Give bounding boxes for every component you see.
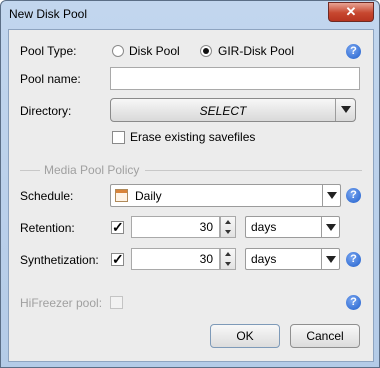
retention-spinner[interactable] — [220, 216, 236, 238]
dialog-window: New Disk Pool ✕ Pool Type: Disk Pool GIR… — [0, 0, 380, 368]
schedule-label: Schedule: — [20, 189, 74, 203]
pool-type-label: Pool Type: — [20, 44, 77, 58]
schedule-dropdown-arrow[interactable] — [322, 185, 340, 206]
spinner-down-icon[interactable] — [225, 262, 231, 266]
question-mark-glyph: ? — [350, 189, 357, 201]
retention-label: Retention: — [20, 221, 75, 235]
checkmark-icon: ✓ — [112, 251, 124, 267]
radio-disk-pool-label[interactable]: Disk Pool — [129, 44, 180, 58]
directory-select-label: SELECT — [199, 104, 247, 118]
synthetization-unit-dropdown-arrow[interactable] — [321, 249, 339, 269]
group-divider-left — [20, 170, 40, 171]
group-divider-right — [145, 170, 362, 171]
dialog-content: Pool Type: Disk Pool GIR-Disk Pool ? Poo… — [8, 29, 374, 362]
schedule-select[interactable]: Daily — [110, 184, 341, 207]
window-title: New Disk Pool — [9, 7, 88, 21]
schedule-value: Daily — [135, 189, 162, 203]
radio-gir-disk-pool[interactable] — [200, 45, 212, 57]
question-mark-glyph: ? — [350, 253, 357, 265]
close-icon: ✕ — [345, 4, 357, 19]
directory-dropdown-arrow[interactable] — [335, 99, 355, 121]
ok-button[interactable]: OK — [210, 324, 280, 348]
help-icon-schedule[interactable]: ? — [346, 188, 361, 203]
retention-unit-dropdown-arrow[interactable] — [321, 217, 339, 237]
question-mark-glyph: ? — [350, 45, 357, 57]
synthetization-label: Synthetization: — [20, 253, 99, 267]
synthetization-value: 30 — [199, 252, 213, 266]
synthetization-unit-value: days — [251, 252, 277, 266]
retention-value-input[interactable]: 30 — [131, 216, 220, 238]
hifreezer-label: HiFreezer pool: — [20, 296, 103, 310]
retention-unit-select[interactable]: days — [245, 216, 340, 238]
cancel-button[interactable]: Cancel — [290, 324, 360, 348]
spinner-up-icon[interactable] — [225, 220, 231, 224]
checkmark-icon: ✓ — [112, 219, 124, 235]
media-pool-policy-heading: Media Pool Policy — [44, 163, 140, 177]
spinner-down-icon[interactable] — [225, 230, 231, 234]
synthetization-unit-select[interactable]: days — [245, 248, 340, 270]
erase-checkbox[interactable] — [112, 131, 125, 144]
directory-label: Directory: — [20, 104, 72, 118]
pool-name-input[interactable] — [110, 67, 360, 90]
chevron-down-icon — [327, 192, 337, 199]
calendar-icon — [115, 189, 128, 202]
retention-checkbox[interactable]: ✓ — [111, 219, 124, 235]
title-bar[interactable]: New Disk Pool ✕ — [1, 1, 379, 29]
help-icon-synthetization[interactable]: ? — [346, 252, 361, 267]
erase-label[interactable]: Erase existing savefiles — [130, 130, 255, 144]
help-icon-pool-type[interactable]: ? — [346, 44, 361, 59]
spinner-up-icon[interactable] — [225, 252, 231, 256]
question-mark-glyph: ? — [350, 296, 357, 308]
synthetization-value-input[interactable]: 30 — [131, 248, 220, 270]
synthetization-spinner[interactable] — [220, 248, 236, 270]
calendar-header — [116, 190, 127, 193]
retention-unit-value: days — [251, 220, 277, 234]
chevron-down-icon — [326, 256, 336, 263]
retention-value: 30 — [199, 220, 213, 234]
pool-name-label: Pool name: — [20, 72, 81, 86]
chevron-down-icon — [326, 224, 336, 231]
chevron-down-icon — [341, 106, 351, 113]
help-icon-hifreezer[interactable]: ? — [346, 295, 361, 310]
synthetization-checkbox[interactable]: ✓ — [111, 251, 124, 267]
directory-select-button[interactable]: SELECT — [110, 98, 356, 122]
hifreezer-checkbox[interactable] — [110, 296, 123, 309]
close-button[interactable]: ✕ — [328, 2, 374, 22]
radio-disk-pool[interactable] — [112, 45, 124, 57]
radio-gir-disk-pool-label[interactable]: GIR-Disk Pool — [218, 44, 294, 58]
